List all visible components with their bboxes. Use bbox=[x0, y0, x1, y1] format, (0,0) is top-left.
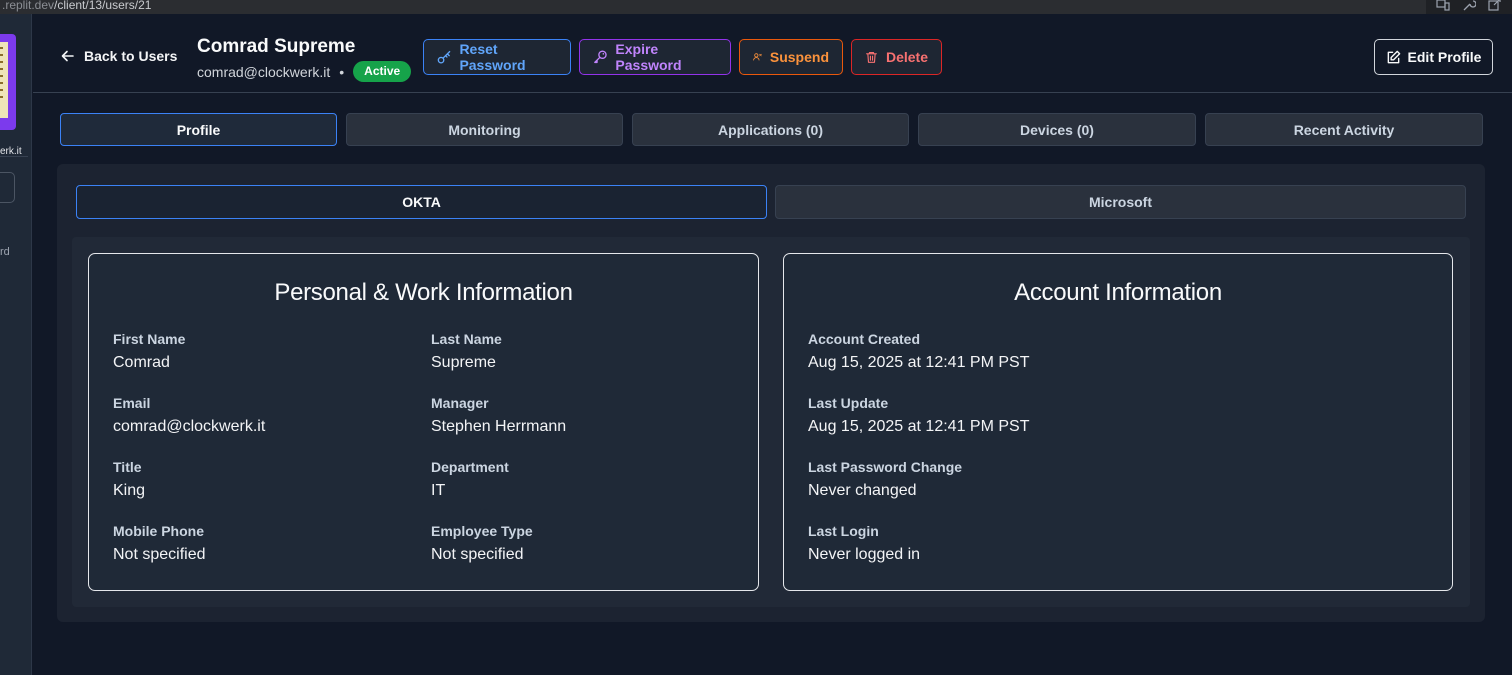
field-last-name: Last Name Supreme bbox=[431, 331, 502, 372]
status-badge: Active bbox=[353, 61, 412, 82]
user-x-icon bbox=[753, 53, 762, 61]
devices-icon[interactable] bbox=[1436, 0, 1450, 11]
org-logo[interactable] bbox=[0, 34, 16, 130]
reset-password-button[interactable]: Reset Password bbox=[423, 39, 571, 75]
field-value: comrad@clockwerk.it bbox=[113, 418, 266, 435]
field-department: Department IT bbox=[431, 459, 509, 500]
field-employee-type: Employee Type Not specified bbox=[431, 523, 533, 564]
field-last-password-change: Last Password Change Never changed bbox=[808, 459, 962, 500]
open-external-icon[interactable] bbox=[1488, 0, 1502, 11]
field-label: Last Login bbox=[808, 523, 879, 539]
url-prefix: .replit.dev bbox=[2, 0, 55, 12]
field-value: Never logged in bbox=[808, 546, 921, 563]
url-path: /client/13/users/21 bbox=[54, 0, 152, 12]
field-value: Not specified bbox=[113, 546, 206, 563]
field-email: Email comrad@clockwerk.it bbox=[113, 395, 265, 436]
profile-panel: OKTA Microsoft Personal & Work Informati… bbox=[57, 164, 1485, 622]
suspend-label: Suspend bbox=[769, 49, 829, 65]
browser-tools bbox=[1436, 0, 1502, 11]
field-label: Employee Type bbox=[431, 523, 533, 539]
tab-monitoring[interactable]: Monitoring bbox=[346, 113, 623, 146]
field-manager: Manager Stephen Herrmann bbox=[431, 395, 566, 436]
field-label: Last Password Change bbox=[808, 459, 963, 475]
source-tabs: OKTA Microsoft bbox=[76, 185, 1466, 219]
field-value: Supreme bbox=[431, 354, 496, 371]
field-mobile-phone: Mobile Phone Not specified bbox=[113, 523, 206, 564]
field-label: Title bbox=[113, 459, 142, 475]
reset-password-label: Reset Password bbox=[459, 41, 526, 73]
expire-password-label: Expire Password bbox=[615, 41, 682, 73]
field-label: First Name bbox=[113, 331, 186, 347]
wrench-icon[interactable] bbox=[1462, 0, 1477, 11]
delete-button[interactable]: Delete bbox=[851, 39, 942, 75]
field-value: Aug 15, 2025 at 12:41 PM PST bbox=[808, 418, 1030, 435]
key-icon bbox=[437, 50, 451, 64]
key-round-icon bbox=[594, 50, 607, 64]
field-last-login: Last Login Never logged in bbox=[808, 523, 920, 564]
user-actions: Reset Password Expire Password Suspend D… bbox=[423, 39, 942, 75]
field-last-update: Last Update Aug 15, 2025 at 12:41 PM PST bbox=[808, 395, 1029, 436]
tab-devices[interactable]: Devices (0) bbox=[918, 113, 1196, 146]
account-info-card: Account Information Account Created Aug … bbox=[783, 253, 1453, 591]
field-label: Manager bbox=[431, 395, 489, 411]
user-subtitle: comrad@clockwerk.it • Active bbox=[197, 61, 412, 82]
field-title: Title King bbox=[113, 459, 145, 500]
back-label: Back to Users bbox=[84, 48, 178, 64]
expire-password-button[interactable]: Expire Password bbox=[579, 39, 731, 75]
field-account-created: Account Created Aug 15, 2025 at 12:41 PM… bbox=[808, 331, 1029, 372]
field-value: Comrad bbox=[113, 354, 170, 371]
card-title: Personal & Work Information bbox=[274, 279, 573, 306]
browser-url-bar: .replit.dev/client/13/users/21 bbox=[0, 0, 1512, 14]
sidebar-divider bbox=[0, 156, 28, 157]
suspend-button[interactable]: Suspend bbox=[739, 39, 843, 75]
field-value: Not specified bbox=[431, 546, 524, 563]
separator: • bbox=[339, 63, 345, 80]
field-label: Mobile Phone bbox=[113, 523, 204, 539]
field-label: Department bbox=[431, 459, 509, 475]
profile-tabs: Profile Monitoring Applications (0) Devi… bbox=[60, 113, 1483, 146]
sidebar-button[interactable] bbox=[0, 172, 15, 203]
edit-profile-label: Edit Profile bbox=[1407, 49, 1482, 65]
user-email: comrad@clockwerk.it bbox=[197, 63, 331, 80]
user-header: Back to Users Comrad Supreme comrad@cloc… bbox=[33, 20, 1512, 93]
delete-label: Delete bbox=[885, 49, 928, 65]
tab-profile[interactable]: Profile bbox=[60, 113, 337, 146]
edit-profile-button[interactable]: Edit Profile bbox=[1374, 39, 1493, 75]
tab-microsoft[interactable]: Microsoft bbox=[775, 185, 1466, 219]
field-value: IT bbox=[431, 482, 446, 499]
tab-okta[interactable]: OKTA bbox=[76, 185, 767, 219]
field-label: Last Name bbox=[431, 331, 502, 347]
info-container: Personal & Work Information First Name C… bbox=[72, 237, 1470, 607]
field-first-name: First Name Comrad bbox=[113, 331, 185, 372]
personal-work-card: Personal & Work Information First Name C… bbox=[88, 253, 759, 591]
card-title: Account Information bbox=[1014, 279, 1222, 306]
tab-recent-activity[interactable]: Recent Activity bbox=[1205, 113, 1483, 146]
sidebar-nav-item[interactable]: rd bbox=[0, 246, 10, 258]
field-value: Aug 15, 2025 at 12:41 PM PST bbox=[808, 354, 1030, 371]
field-value: King bbox=[113, 482, 146, 499]
url-text[interactable]: .replit.dev/client/13/users/21 bbox=[0, 0, 1426, 14]
back-to-users-link[interactable]: Back to Users bbox=[61, 48, 177, 64]
arrow-left-icon bbox=[61, 50, 74, 62]
edit-icon bbox=[1387, 50, 1400, 63]
field-value: Never changed bbox=[808, 482, 917, 499]
logo-paper-icon bbox=[0, 42, 8, 118]
field-label: Last Update bbox=[808, 395, 889, 411]
field-value: Stephen Herrmann bbox=[431, 418, 567, 435]
user-name: Comrad Supreme bbox=[197, 36, 356, 57]
sidebar: erk.it rd bbox=[0, 14, 32, 675]
field-label: Account Created bbox=[808, 331, 921, 347]
field-label: Email bbox=[113, 395, 151, 411]
trash-icon bbox=[866, 51, 877, 63]
tab-applications[interactable]: Applications (0) bbox=[632, 113, 909, 146]
